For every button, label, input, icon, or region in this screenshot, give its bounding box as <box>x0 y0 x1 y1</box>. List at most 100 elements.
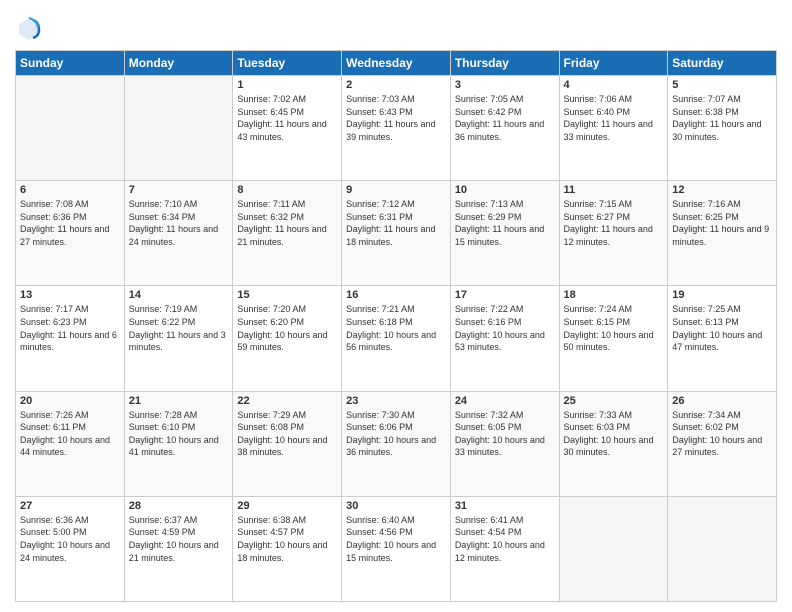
day-number: 20 <box>20 395 120 407</box>
calendar-day-cell: 31 Sunrise: 6:41 AM Sunset: 4:54 PM Dayli… <box>450 496 559 601</box>
day-info: Sunrise: 7:26 AM Sunset: 6:11 PM Dayligh… <box>20 409 120 459</box>
day-number: 15 <box>237 289 337 301</box>
header <box>15 10 777 42</box>
day-number: 12 <box>672 184 772 196</box>
calendar-day-cell: 7 Sunrise: 7:10 AM Sunset: 6:34 PM Daylig… <box>124 181 233 286</box>
day-info: Sunrise: 7:16 AM Sunset: 6:25 PM Dayligh… <box>672 198 772 248</box>
calendar-day-cell <box>16 76 125 181</box>
day-number: 4 <box>564 79 664 91</box>
page: SundayMondayTuesdayWednesdayThursdayFrid… <box>0 0 792 612</box>
generalblue-icon <box>15 14 43 42</box>
calendar-day-cell: 23 Sunrise: 7:30 AM Sunset: 6:06 PM Dayli… <box>342 391 451 496</box>
day-info: Sunrise: 7:22 AM Sunset: 6:16 PM Dayligh… <box>455 303 555 353</box>
calendar-day-cell: 29Sunrise: 6:38 AM Sunset: 4:57 PM Dayli… <box>233 496 342 601</box>
day-number: 16 <box>346 289 446 301</box>
calendar-header-thursday: Thursday <box>450 51 559 76</box>
calendar-day-cell: 6 Sunrise: 7:08 AM Sunset: 6:36 PM Daylig… <box>16 181 125 286</box>
day-number: 9 <box>346 184 446 196</box>
day-number: 18 <box>564 289 664 301</box>
calendar-day-cell: 5 Sunrise: 7:07 AM Sunset: 6:38 PM Daylig… <box>668 76 777 181</box>
calendar-day-cell: 11Sunrise: 7:15 AM Sunset: 6:27 PM Dayli… <box>559 181 668 286</box>
day-number: 22 <box>237 395 337 407</box>
calendar-header-sunday: Sunday <box>16 51 125 76</box>
calendar-day-cell: 25Sunrise: 7:33 AM Sunset: 6:03 PM Dayli… <box>559 391 668 496</box>
day-number: 3 <box>455 79 555 91</box>
day-info: Sunrise: 7:11 AM Sunset: 6:32 PM Dayligh… <box>237 198 337 248</box>
calendar-day-cell: 22 Sunrise: 7:29 AM Sunset: 6:08 PM Dayli… <box>233 391 342 496</box>
day-info: Sunrise: 7:02 AM Sunset: 6:45 PM Dayligh… <box>237 93 337 143</box>
day-info: Sunrise: 7:21 AM Sunset: 6:18 PM Dayligh… <box>346 303 446 353</box>
day-number: 6 <box>20 184 120 196</box>
day-info: Sunrise: 7:10 AM Sunset: 6:34 PM Dayligh… <box>129 198 229 248</box>
calendar-header-wednesday: Wednesday <box>342 51 451 76</box>
calendar-day-cell: 3 Sunrise: 7:05 AM Sunset: 6:42 PM Daylig… <box>450 76 559 181</box>
day-number: 11 <box>564 184 664 196</box>
calendar-day-cell: 19 Sunrise: 7:25 AM Sunset: 6:13 PM Dayli… <box>668 286 777 391</box>
calendar-day-cell <box>124 76 233 181</box>
calendar-day-cell: 8 Sunrise: 7:11 AM Sunset: 6:32 PM Daylig… <box>233 181 342 286</box>
day-number: 21 <box>129 395 229 407</box>
day-info: Sunrise: 6:40 AM Sunset: 4:56 PM Dayligh… <box>346 514 446 564</box>
calendar-day-cell: 21 Sunrise: 7:28 AM Sunset: 6:10 PM Dayli… <box>124 391 233 496</box>
calendar-day-cell: 17 Sunrise: 7:22 AM Sunset: 6:16 PM Dayli… <box>450 286 559 391</box>
calendar-day-cell <box>668 496 777 601</box>
day-number: 24 <box>455 395 555 407</box>
day-info: Sunrise: 6:41 AM Sunset: 4:54 PM Dayligh… <box>455 514 555 564</box>
calendar-day-cell: 12 Sunrise: 7:16 AM Sunset: 6:25 PM Dayli… <box>668 181 777 286</box>
calendar-day-cell: 18 Sunrise: 7:24 AM Sunset: 6:15 PM Dayli… <box>559 286 668 391</box>
calendar-day-cell: 15 Sunrise: 7:20 AM Sunset: 6:20 PM Dayli… <box>233 286 342 391</box>
day-number: 8 <box>237 184 337 196</box>
day-number: 7 <box>129 184 229 196</box>
day-info: Sunrise: 7:24 AM Sunset: 6:15 PM Dayligh… <box>564 303 664 353</box>
calendar-week-row: 6 Sunrise: 7:08 AM Sunset: 6:36 PM Daylig… <box>16 181 777 286</box>
calendar-day-cell: 10Sunrise: 7:13 AM Sunset: 6:29 PM Dayli… <box>450 181 559 286</box>
day-info: Sunrise: 7:08 AM Sunset: 6:36 PM Dayligh… <box>20 198 120 248</box>
day-number: 31 <box>455 500 555 512</box>
calendar-day-cell: 20 Sunrise: 7:26 AM Sunset: 6:11 PM Dayli… <box>16 391 125 496</box>
calendar-day-cell: 9 Sunrise: 7:12 AM Sunset: 6:31 PM Daylig… <box>342 181 451 286</box>
calendar-header-row: SundayMondayTuesdayWednesdayThursdayFrid… <box>16 51 777 76</box>
day-info: Sunrise: 7:03 AM Sunset: 6:43 PM Dayligh… <box>346 93 446 143</box>
day-info: Sunrise: 7:20 AM Sunset: 6:20 PM Dayligh… <box>237 303 337 353</box>
day-number: 1 <box>237 79 337 91</box>
calendar-header-friday: Friday <box>559 51 668 76</box>
logo <box>15 14 47 42</box>
day-number: 10 <box>455 184 555 196</box>
day-number: 5 <box>672 79 772 91</box>
day-number: 2 <box>346 79 446 91</box>
day-info: Sunrise: 7:32 AM Sunset: 6:05 PM Dayligh… <box>455 409 555 459</box>
calendar-header-monday: Monday <box>124 51 233 76</box>
day-info: Sunrise: 7:05 AM Sunset: 6:42 PM Dayligh… <box>455 93 555 143</box>
day-number: 27 <box>20 500 120 512</box>
day-info: Sunrise: 7:28 AM Sunset: 6:10 PM Dayligh… <box>129 409 229 459</box>
calendar-day-cell: 27Sunrise: 6:36 AM Sunset: 5:00 PM Dayli… <box>16 496 125 601</box>
calendar-day-cell: 30Sunrise: 6:40 AM Sunset: 4:56 PM Dayli… <box>342 496 451 601</box>
day-info: Sunrise: 6:38 AM Sunset: 4:57 PM Dayligh… <box>237 514 337 564</box>
day-info: Sunrise: 7:12 AM Sunset: 6:31 PM Dayligh… <box>346 198 446 248</box>
calendar-week-row: 20 Sunrise: 7:26 AM Sunset: 6:11 PM Dayli… <box>16 391 777 496</box>
calendar-week-row: 27Sunrise: 6:36 AM Sunset: 5:00 PM Dayli… <box>16 496 777 601</box>
calendar-day-cell: 16 Sunrise: 7:21 AM Sunset: 6:18 PM Dayli… <box>342 286 451 391</box>
day-info: Sunrise: 7:19 AM Sunset: 6:22 PM Dayligh… <box>129 303 229 353</box>
day-number: 23 <box>346 395 446 407</box>
calendar-day-cell: 4 Sunrise: 7:06 AM Sunset: 6:40 PM Daylig… <box>559 76 668 181</box>
calendar-day-cell: 26Sunrise: 7:34 AM Sunset: 6:02 PM Dayli… <box>668 391 777 496</box>
calendar-day-cell: 1 Sunrise: 7:02 AM Sunset: 6:45 PM Daylig… <box>233 76 342 181</box>
day-number: 13 <box>20 289 120 301</box>
calendar-day-cell: 24 Sunrise: 7:32 AM Sunset: 6:05 PM Dayli… <box>450 391 559 496</box>
day-info: Sunrise: 7:07 AM Sunset: 6:38 PM Dayligh… <box>672 93 772 143</box>
calendar-day-cell: 13 Sunrise: 7:17 AM Sunset: 6:23 PM Dayli… <box>16 286 125 391</box>
day-info: Sunrise: 7:30 AM Sunset: 6:06 PM Dayligh… <box>346 409 446 459</box>
day-info: Sunrise: 6:37 AM Sunset: 4:59 PM Dayligh… <box>129 514 229 564</box>
day-number: 19 <box>672 289 772 301</box>
day-info: Sunrise: 7:06 AM Sunset: 6:40 PM Dayligh… <box>564 93 664 143</box>
day-info: Sunrise: 7:25 AM Sunset: 6:13 PM Dayligh… <box>672 303 772 353</box>
day-info: Sunrise: 7:34 AM Sunset: 6:02 PM Dayligh… <box>672 409 772 459</box>
day-info: Sunrise: 7:17 AM Sunset: 6:23 PM Dayligh… <box>20 303 120 353</box>
calendar-table: SundayMondayTuesdayWednesdayThursdayFrid… <box>15 50 777 602</box>
day-number: 14 <box>129 289 229 301</box>
calendar-header-tuesday: Tuesday <box>233 51 342 76</box>
calendar-day-cell: 2 Sunrise: 7:03 AM Sunset: 6:43 PM Daylig… <box>342 76 451 181</box>
day-info: Sunrise: 7:29 AM Sunset: 6:08 PM Dayligh… <box>237 409 337 459</box>
day-number: 17 <box>455 289 555 301</box>
